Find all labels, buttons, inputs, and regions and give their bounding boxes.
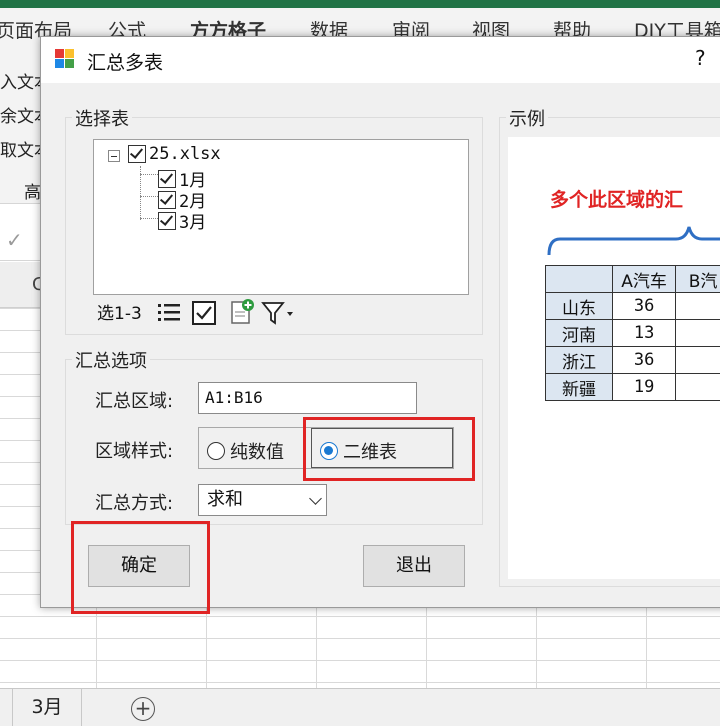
check-icon[interactable]: ✓ <box>6 228 23 252</box>
tree-root-node[interactable]: 25.xlsx <box>128 144 221 164</box>
tree-connector <box>140 174 158 175</box>
row-label: 河南 <box>544 319 614 347</box>
row-value: 36 <box>612 346 677 374</box>
add-document-icon[interactable] <box>229 298 255 326</box>
row-value: 13 <box>612 319 677 347</box>
example-header-a: A汽车 <box>612 265 677 293</box>
example-brace <box>547 226 720 256</box>
sheet-tab-bar: 3月 + <box>0 688 720 726</box>
example-legend: 示例 <box>506 105 548 131</box>
row-empty <box>675 319 720 347</box>
range-input[interactable]: A1:B16 <box>198 382 417 414</box>
summary-dialog: 汇总多表 ? 选择表 25.xlsx 1月 2月 3月 选1-3 汇总选项 汇总… <box>40 36 720 614</box>
radio-plain-values-circle[interactable] <box>207 442 225 460</box>
tree-connector <box>140 196 158 197</box>
style-label: 区域样式: <box>95 441 174 462</box>
row-value: 19 <box>612 373 677 401</box>
table-row: 河南 13 <box>544 319 720 347</box>
add-sheet-icon[interactable]: + <box>131 697 155 721</box>
select-range-button[interactable]: 选1-3 <box>97 299 142 324</box>
app-icon <box>55 49 75 69</box>
method-select[interactable]: 求和 <box>198 484 327 516</box>
tree-connector <box>140 218 158 219</box>
exit-button[interactable]: 退出 <box>363 545 465 587</box>
feb-checkbox[interactable] <box>158 190 176 209</box>
table-row: 山东 36 <box>544 292 720 320</box>
table-row: 新疆 19 <box>544 373 720 401</box>
range-label: 汇总区域: <box>95 391 174 412</box>
row-empty <box>675 292 720 320</box>
row-empty <box>675 346 720 374</box>
radio-plain-values-label: 纯数值 <box>230 442 284 463</box>
table-row: 浙江 36 <box>544 346 720 374</box>
root-checkbox[interactable] <box>128 145 146 163</box>
tree-node-mar[interactable]: 3月 <box>158 208 206 233</box>
example-note: 多个此区域的汇 <box>550 189 684 211</box>
tree-root-label: 25.xlsx <box>149 144 221 164</box>
tree-collapse-icon[interactable] <box>108 150 120 162</box>
dialog-title: 汇总多表 <box>87 52 164 74</box>
summary-options-legend: 汇总选项 <box>72 347 150 373</box>
chevron-down-icon[interactable] <box>309 492 322 505</box>
help-button[interactable]: ? <box>695 46 706 70</box>
example-table: A汽车 B汽 山东 36 河南 13 浙江 36 新疆 19 <box>544 265 720 401</box>
row-value: 36 <box>612 292 677 320</box>
row-label: 新疆 <box>544 373 614 401</box>
select-sheets-legend: 选择表 <box>72 105 132 131</box>
row-label: 山东 <box>544 292 614 320</box>
row-empty <box>675 373 720 401</box>
ribbon-advanced[interactable]: 高 <box>24 178 41 203</box>
method-label: 汇总方式: <box>95 493 174 514</box>
row-label: 浙江 <box>544 346 614 374</box>
example-panel: 多个此区域的汇 A汽车 B汽 山东 36 河南 13 浙江 36 新疆 19 <box>508 137 720 579</box>
highlight-2d-table <box>303 417 475 481</box>
filter-icon[interactable] <box>261 300 295 326</box>
jan-checkbox[interactable] <box>158 169 176 188</box>
method-select-value: 求和 <box>207 489 243 510</box>
example-header-corner <box>544 265 614 293</box>
tree-toolbar: 选1-3 <box>93 295 469 329</box>
excel-title-strip <box>0 0 720 8</box>
mar-checkbox[interactable] <box>158 211 176 230</box>
sheet-tree[interactable]: 25.xlsx 1月 2月 3月 <box>93 139 469 295</box>
highlight-ok-button <box>71 521 210 614</box>
tree-node-label: 3月 <box>179 213 207 233</box>
radio-plain-values[interactable]: 纯数值 <box>207 438 284 464</box>
dialog-titlebar[interactable]: 汇总多表 ? <box>41 37 720 83</box>
sheet-tab-march[interactable]: 3月 <box>12 689 82 726</box>
list-icon[interactable] <box>157 301 181 323</box>
example-header-b: B汽 <box>675 265 720 293</box>
check-all-icon[interactable] <box>191 300 217 326</box>
